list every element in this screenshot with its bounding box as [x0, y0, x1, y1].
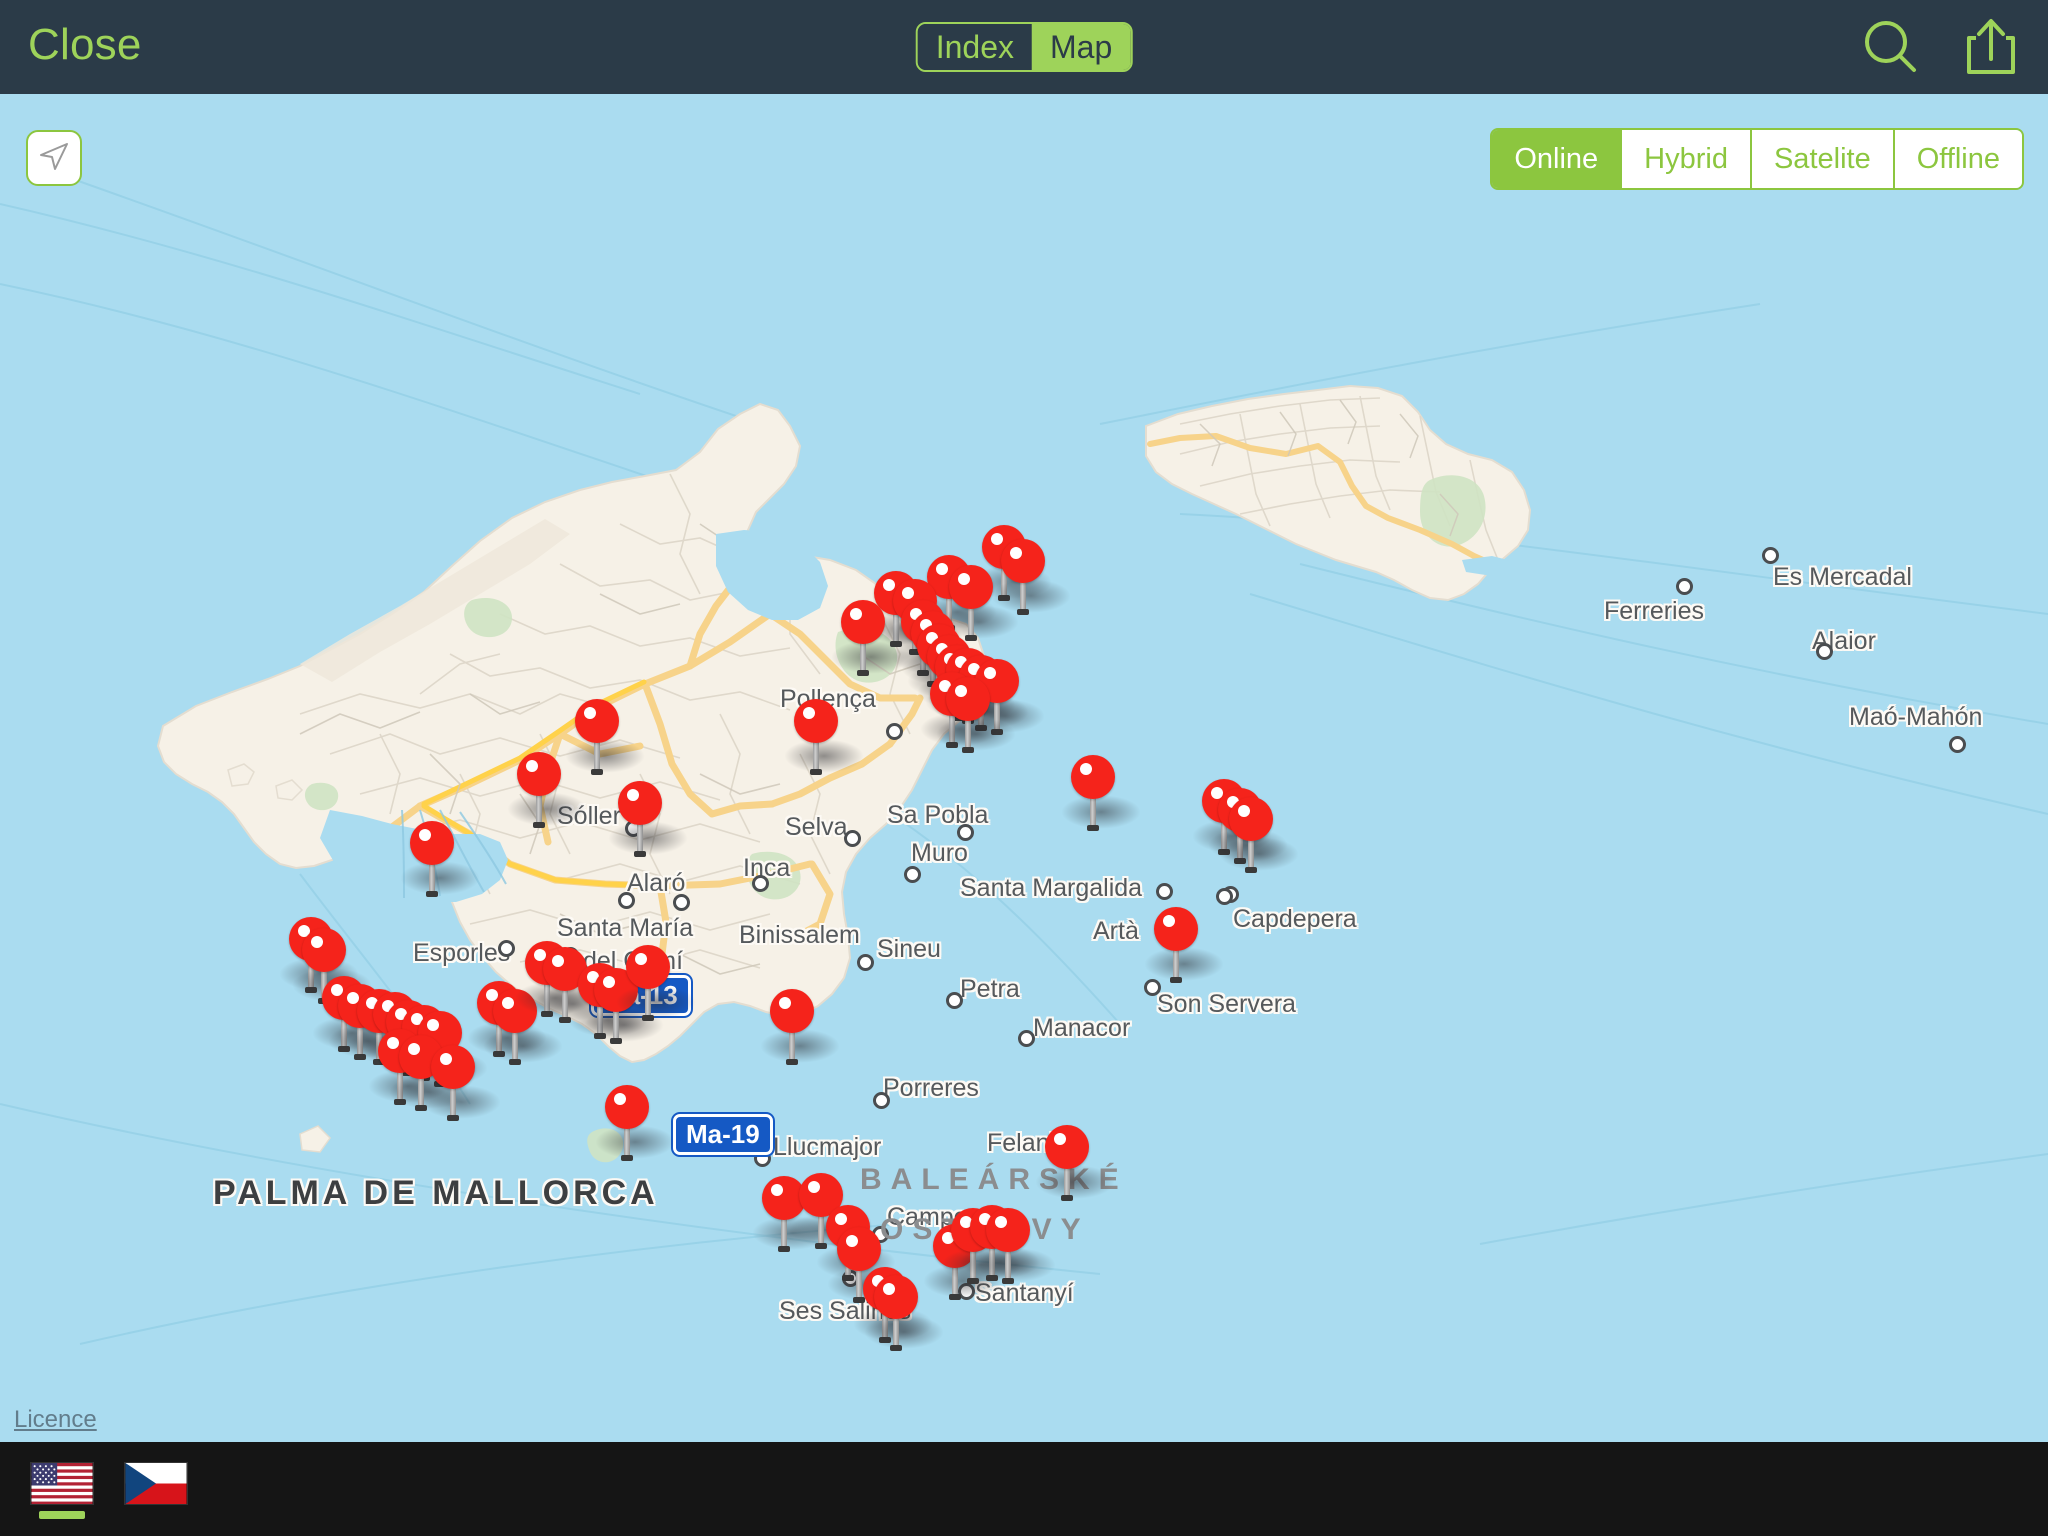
czech-flag	[124, 1462, 188, 1505]
search-icon[interactable]	[1856, 12, 1926, 87]
navigation-arrow-icon	[37, 139, 71, 178]
maptype-online[interactable]: Online	[1492, 130, 1623, 188]
selected-language-indicator	[39, 1511, 85, 1519]
tab-map[interactable]: Map	[1032, 24, 1131, 70]
maptype-offline[interactable]: Offline	[1894, 130, 2022, 188]
close-button[interactable]: Close	[28, 20, 142, 70]
tab-index[interactable]: Index	[917, 24, 1033, 70]
locate-me-button[interactable]	[26, 130, 82, 186]
map-type-segmented-control[interactable]: Online Hybrid Satelite Offline	[1490, 128, 2024, 190]
language-bar	[0, 1442, 2048, 1536]
language-button-english[interactable]	[30, 1462, 94, 1519]
map-canvas[interactable]: Online Hybrid Satelite Offline Pollença S…	[0, 94, 2048, 1442]
map-screen: Close Index Map Online Hybrid Satelite O…	[0, 0, 2048, 1536]
share-icon[interactable]	[1956, 12, 2026, 87]
english-flag	[30, 1462, 94, 1505]
language-button-czech[interactable]	[124, 1462, 188, 1505]
view-mode-segmented-control[interactable]: Index Map	[915, 22, 1133, 72]
map-tiles	[0, 94, 2048, 1442]
maptype-hybrid[interactable]: Hybrid	[1622, 130, 1752, 188]
maptype-satelite[interactable]: Satelite	[1751, 130, 1895, 188]
licence-link[interactable]: Licence	[14, 1406, 97, 1434]
top-navigation-bar: Close Index Map	[0, 0, 2048, 94]
